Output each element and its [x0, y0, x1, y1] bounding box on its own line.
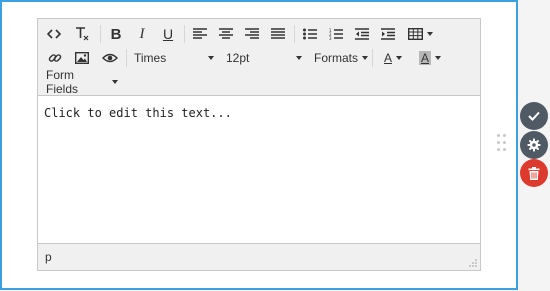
chevron-down-icon: [362, 56, 369, 60]
svg-text:3: 3: [329, 36, 332, 40]
trash-icon: [528, 166, 540, 180]
font-size-select[interactable]: 12pt: [224, 46, 304, 70]
align-left-icon[interactable]: [188, 22, 212, 46]
chevron-down-icon: [208, 56, 214, 60]
outdent-icon[interactable]: [350, 22, 374, 46]
chevron-down-icon: [112, 80, 118, 84]
align-center-icon[interactable]: [214, 22, 238, 46]
editor-statusbar: p: [38, 243, 480, 270]
chevron-down-icon: [435, 56, 441, 60]
formats-dropdown[interactable]: Formats: [314, 46, 369, 70]
link-icon[interactable]: [44, 46, 66, 70]
resize-handle-icon[interactable]: [469, 259, 477, 267]
align-justify-icon[interactable]: [266, 22, 290, 46]
indent-icon[interactable]: [376, 22, 400, 46]
numbered-list-icon[interactable]: 123: [324, 22, 348, 46]
chevron-down-icon: [296, 56, 302, 60]
preview-eye-icon[interactable]: [98, 46, 122, 70]
check-icon: [528, 111, 540, 121]
italic-button[interactable]: I: [130, 22, 154, 46]
bold-button[interactable]: B: [104, 22, 128, 46]
placeholder-text: Click to edit this text...: [44, 106, 232, 120]
text-color-icon: A: [383, 51, 392, 65]
gear-icon: [527, 138, 541, 152]
form-fields-label: Form Fields: [46, 68, 79, 96]
drag-handle-icon[interactable]: [497, 134, 507, 156]
rich-text-editor: B I U 1 2 3 Times 12pt Formats A A Form …: [37, 18, 481, 271]
font-family-value: Times: [134, 51, 167, 65]
table-icon[interactable]: [404, 22, 436, 46]
source-code-icon[interactable]: [42, 22, 66, 46]
widget-frame: B I U 1 2 3 Times 12pt Formats A A Form …: [0, 0, 518, 290]
chevron-down-icon: [396, 56, 402, 60]
align-right-icon[interactable]: [240, 22, 264, 46]
bullet-list-icon[interactable]: [298, 22, 322, 46]
formats-label: Formats: [314, 51, 359, 65]
font-family-select[interactable]: Times: [132, 46, 216, 70]
background-color-button[interactable]: A: [414, 46, 446, 70]
clear-formatting-icon[interactable]: [70, 22, 94, 46]
background-color-icon: A: [418, 51, 431, 65]
image-icon[interactable]: [70, 46, 94, 70]
form-fields-dropdown[interactable]: Form Fields: [46, 68, 118, 96]
font-size-value: 12pt: [226, 51, 250, 65]
underline-button[interactable]: U: [156, 22, 180, 46]
element-path[interactable]: p: [45, 250, 52, 264]
editor-content[interactable]: Click to edit this text...: [38, 96, 480, 244]
confirm-button[interactable]: [520, 102, 548, 130]
settings-button[interactable]: [520, 131, 548, 159]
text-color-button[interactable]: A: [378, 46, 408, 70]
delete-button[interactable]: [520, 159, 548, 187]
editor-toolbar: B I U 1 2 3 Times 12pt Formats A A Form …: [38, 19, 480, 96]
